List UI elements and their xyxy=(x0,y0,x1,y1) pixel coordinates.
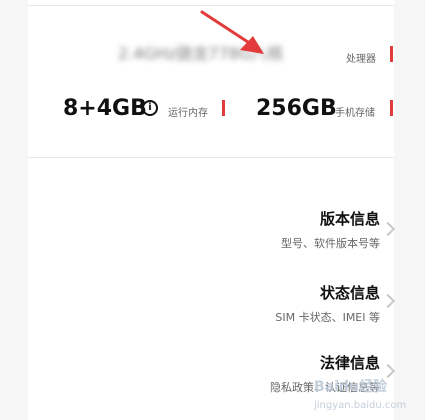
menu-item-title: 版本信息 xyxy=(319,210,380,228)
ram-value: 8+4GB xyxy=(63,96,147,121)
baidu-jingyan-watermark: Baidu经验 jingyan.baidu.com xyxy=(310,370,425,420)
menu-item-subtitle: SIM 卡状态、IMEI 等 xyxy=(275,311,380,324)
info-circle-icon[interactable]: i xyxy=(142,100,158,116)
storage-red-marker xyxy=(390,100,393,116)
menu-item-version-info[interactable]: 版本信息 型号、软件版本号等 xyxy=(230,208,380,251)
menu-item-subtitle: 型号、软件版本号等 xyxy=(281,237,380,250)
storage-value: 256GB xyxy=(256,96,337,121)
ram-label: 运行内存 xyxy=(168,108,208,119)
watermark-main-text: Baidu经验 xyxy=(314,379,387,395)
ram-red-marker xyxy=(222,100,225,116)
storage-label: 手机存储 xyxy=(335,108,375,119)
watermark-url-text: jingyan.baidu.com xyxy=(314,400,407,411)
menu-item-status-info[interactable]: 状态信息 SIM 卡状态、IMEI 等 xyxy=(230,282,380,325)
processor-red-marker xyxy=(390,46,393,62)
menu-item-title: 状态信息 xyxy=(319,284,380,302)
annotation-arrow-icon xyxy=(200,10,264,54)
section-divider xyxy=(28,157,394,158)
processor-label: 处理器 xyxy=(346,54,376,65)
